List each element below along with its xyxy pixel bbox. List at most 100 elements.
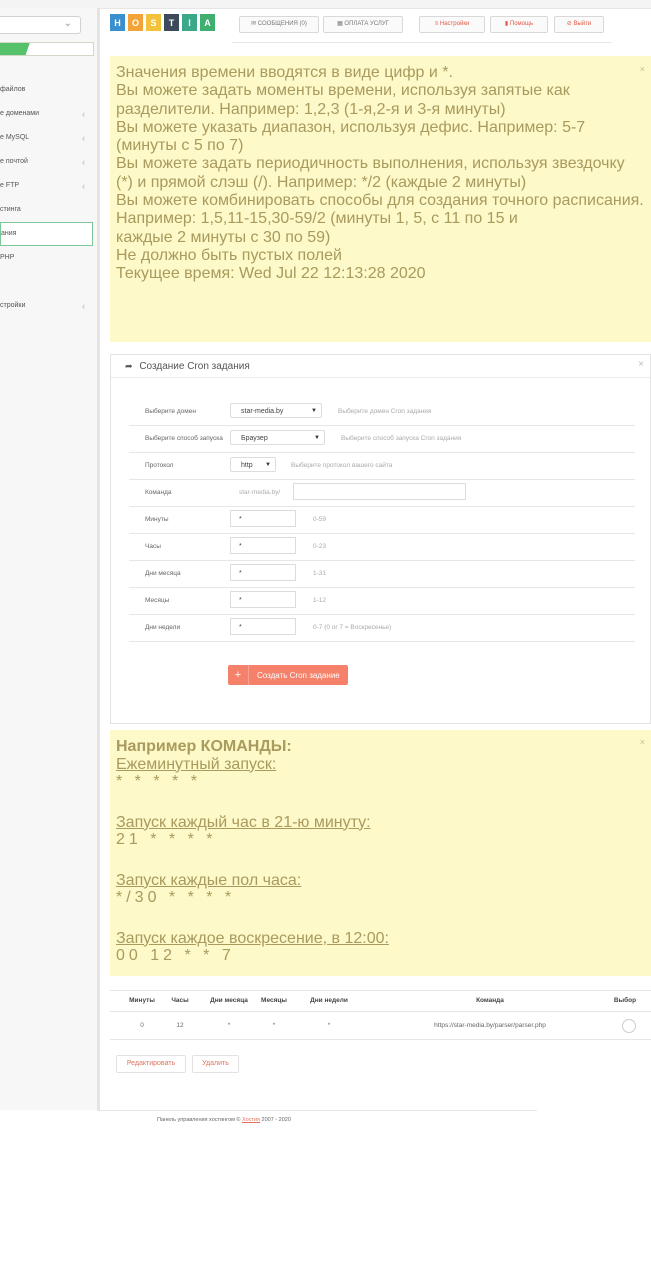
sidebar-item[interactable]: файлов	[0, 78, 97, 102]
chevron-down-icon: ⌄	[63, 18, 72, 29]
field-label: Выберите способ запуска	[145, 435, 223, 442]
column-header: Выбор	[613, 997, 637, 1004]
field-label: Часы	[145, 543, 161, 550]
chevron-left-icon: ‹	[82, 157, 85, 167]
chevron-left-icon: ‹	[82, 133, 85, 143]
share-icon: ➦	[125, 361, 133, 371]
hours-input[interactable]: *	[230, 537, 296, 554]
weekdays-input[interactable]: *	[230, 618, 296, 635]
sidebar-item[interactable]: е доменами ‹	[0, 102, 97, 126]
protocol-select[interactable]: http ▼	[230, 457, 276, 472]
field-hint: Выберите способ запуска Cron задания	[341, 435, 462, 442]
field-label: Минуты	[145, 516, 169, 523]
field-hint: 0-23	[313, 543, 327, 550]
sidebar-item-label: ания	[1, 230, 17, 237]
settings-button[interactable]: ≡ Настройки	[419, 16, 485, 33]
form-row-domain: Выберите домен star-media.by ▼ Выберите …	[129, 398, 635, 426]
logo-letter: T	[164, 14, 179, 31]
sidebar-item-label: е доменами	[0, 110, 40, 117]
form-row-protocol: Протокол http ▼ Выберите протокол вашего…	[129, 452, 635, 480]
sidebar-item-label: е MySQL	[0, 134, 30, 141]
edit-button[interactable]: Редактировать	[116, 1055, 186, 1073]
field-hint: 1-12	[313, 597, 327, 604]
field-label: Дни недели	[145, 624, 181, 631]
sidebar-item-label: е FTP	[0, 182, 20, 189]
footer-prefix: Панель управления хостингом ©	[157, 1117, 243, 1123]
command-prefix: star-media.by/	[239, 489, 281, 496]
field-label: Месяцы	[145, 597, 170, 604]
field-label: Протокол	[145, 462, 174, 469]
sidebar-item-label: стройки	[0, 302, 26, 309]
field-hint: 0-59	[313, 516, 327, 523]
sidebar: ⌄ файлов е доменами ‹ е MySQL ‹ е почтой ‹ е FT…	[0, 8, 100, 1110]
form-row-launch: Выберите способ запуска Браузер ▼ Выбери…	[129, 425, 635, 453]
sidebar-item[interactable]: е почтой ‹	[0, 150, 97, 174]
caret-down-icon: ▼	[265, 462, 271, 468]
logo-letter: A	[200, 14, 215, 31]
help-line: Текущее время: Wed Jul 22 12:13:28 2020	[116, 265, 426, 283]
examples-list: Ежеминутный запуск: * * * * * Запуск кажды…	[116, 756, 645, 965]
hostia-logo[interactable]: HOSTIA	[110, 14, 215, 32]
help-button[interactable]: ▮ Помощь	[490, 16, 548, 33]
column-header: Месяцы	[261, 997, 287, 1004]
sidebar-item-label: е почтой	[0, 158, 28, 165]
select-radio[interactable]	[622, 1019, 636, 1033]
panel-title: Создание Cron задания	[139, 361, 250, 372]
cron-jobs-table: Минуты Часы Дни месяца Месяцы Дни недели Кома…	[110, 990, 651, 1040]
messages-button[interactable]: ✉ СООБЩЕНИЯ (0)	[239, 16, 319, 33]
example-caption: Ежеминутный запуск:	[116, 755, 277, 773]
help-line: Вы можете комбинировать способы для созд…	[116, 192, 649, 228]
logout-button[interactable]: ⊘ Выйти	[554, 16, 604, 33]
table-cell: https://star-media.by/parser/parser.php	[434, 1022, 546, 1029]
sidebar-account-select[interactable]: ⌄	[0, 16, 81, 34]
table-header: Минуты Часы Дни месяца Месяцы Дни недели Кома…	[110, 990, 651, 1012]
days-input[interactable]: *	[230, 564, 296, 581]
sidebar-item[interactable]: стинга	[0, 198, 97, 222]
payment-button[interactable]: ▦ ОПЛАТА УСЛУГ	[323, 16, 403, 33]
disk-usage-fill	[0, 43, 30, 55]
months-input[interactable]: *	[230, 591, 296, 608]
create-cron-button[interactable]: + Создать Cron задание	[228, 665, 348, 685]
help-line: Не должно быть пустых полей	[116, 246, 342, 264]
disk-usage-progress	[0, 42, 94, 56]
minutes-input[interactable]: *	[230, 510, 296, 527]
example-spacer	[116, 791, 645, 814]
close-icon[interactable]: ×	[638, 359, 644, 370]
example-caption: Запуск каждые пол часа:	[116, 871, 302, 889]
example-command: 00 12 * * 7	[116, 947, 235, 964]
sidebar-item[interactable]: е MySQL ‹	[0, 126, 97, 150]
select-value: star-media.by	[241, 408, 284, 415]
logo-letter: S	[146, 14, 161, 31]
launch-method-select[interactable]: Браузер ▼	[230, 430, 325, 445]
footer-suffix: 2007 - 2020	[260, 1117, 291, 1123]
form-row-command: Команда star-media.by/	[129, 479, 635, 507]
command-input[interactable]	[293, 483, 466, 500]
sidebar-item[interactable]: ания	[0, 222, 93, 246]
caret-down-icon: ▼	[314, 435, 320, 441]
sidebar-menu: файлов е доменами ‹ е MySQL ‹ е почтой ‹ е FTP ‹…	[0, 78, 97, 318]
footer-link[interactable]: Хостия	[242, 1117, 260, 1123]
field-hint: 1-31	[313, 570, 327, 577]
sidebar-item-settings[interactable]: стройки ‹	[0, 294, 97, 318]
column-header: Часы	[171, 997, 189, 1004]
help-line: Вы можете указать диапазон, используя де…	[116, 118, 590, 155]
form-row-months: Месяцы * 1-12	[129, 587, 635, 615]
close-icon[interactable]: ×	[640, 734, 645, 752]
sidebar-item[interactable]: е FTP ‹	[0, 174, 97, 198]
table-cell: *	[327, 1022, 331, 1029]
column-header: Команда	[476, 997, 504, 1004]
sidebar-item[interactable]: PHP	[0, 246, 97, 270]
delete-button[interactable]: Удалить	[192, 1055, 239, 1073]
cron-examples-note: × Например КОМАНДЫ: Ежеминутный запуск: *…	[110, 730, 651, 976]
cron-help-note: × Значения времени вводятся в виде цифр …	[110, 56, 651, 342]
help-line: Значения времени вводятся в виде цифр и …	[116, 64, 453, 81]
create-cron-panel: ➦ Создание Cron задания × Выберите домен…	[110, 354, 651, 724]
table-row[interactable]: 0 12 * * * https://star-media.by/parser/parse…	[110, 1012, 651, 1040]
close-icon[interactable]: ×	[640, 60, 645, 78]
header-divider	[232, 42, 612, 43]
select-value: http	[241, 462, 253, 469]
example-spacer	[116, 907, 645, 930]
domain-select[interactable]: star-media.by ▼	[230, 403, 322, 418]
caret-down-icon: ▼	[311, 408, 317, 414]
